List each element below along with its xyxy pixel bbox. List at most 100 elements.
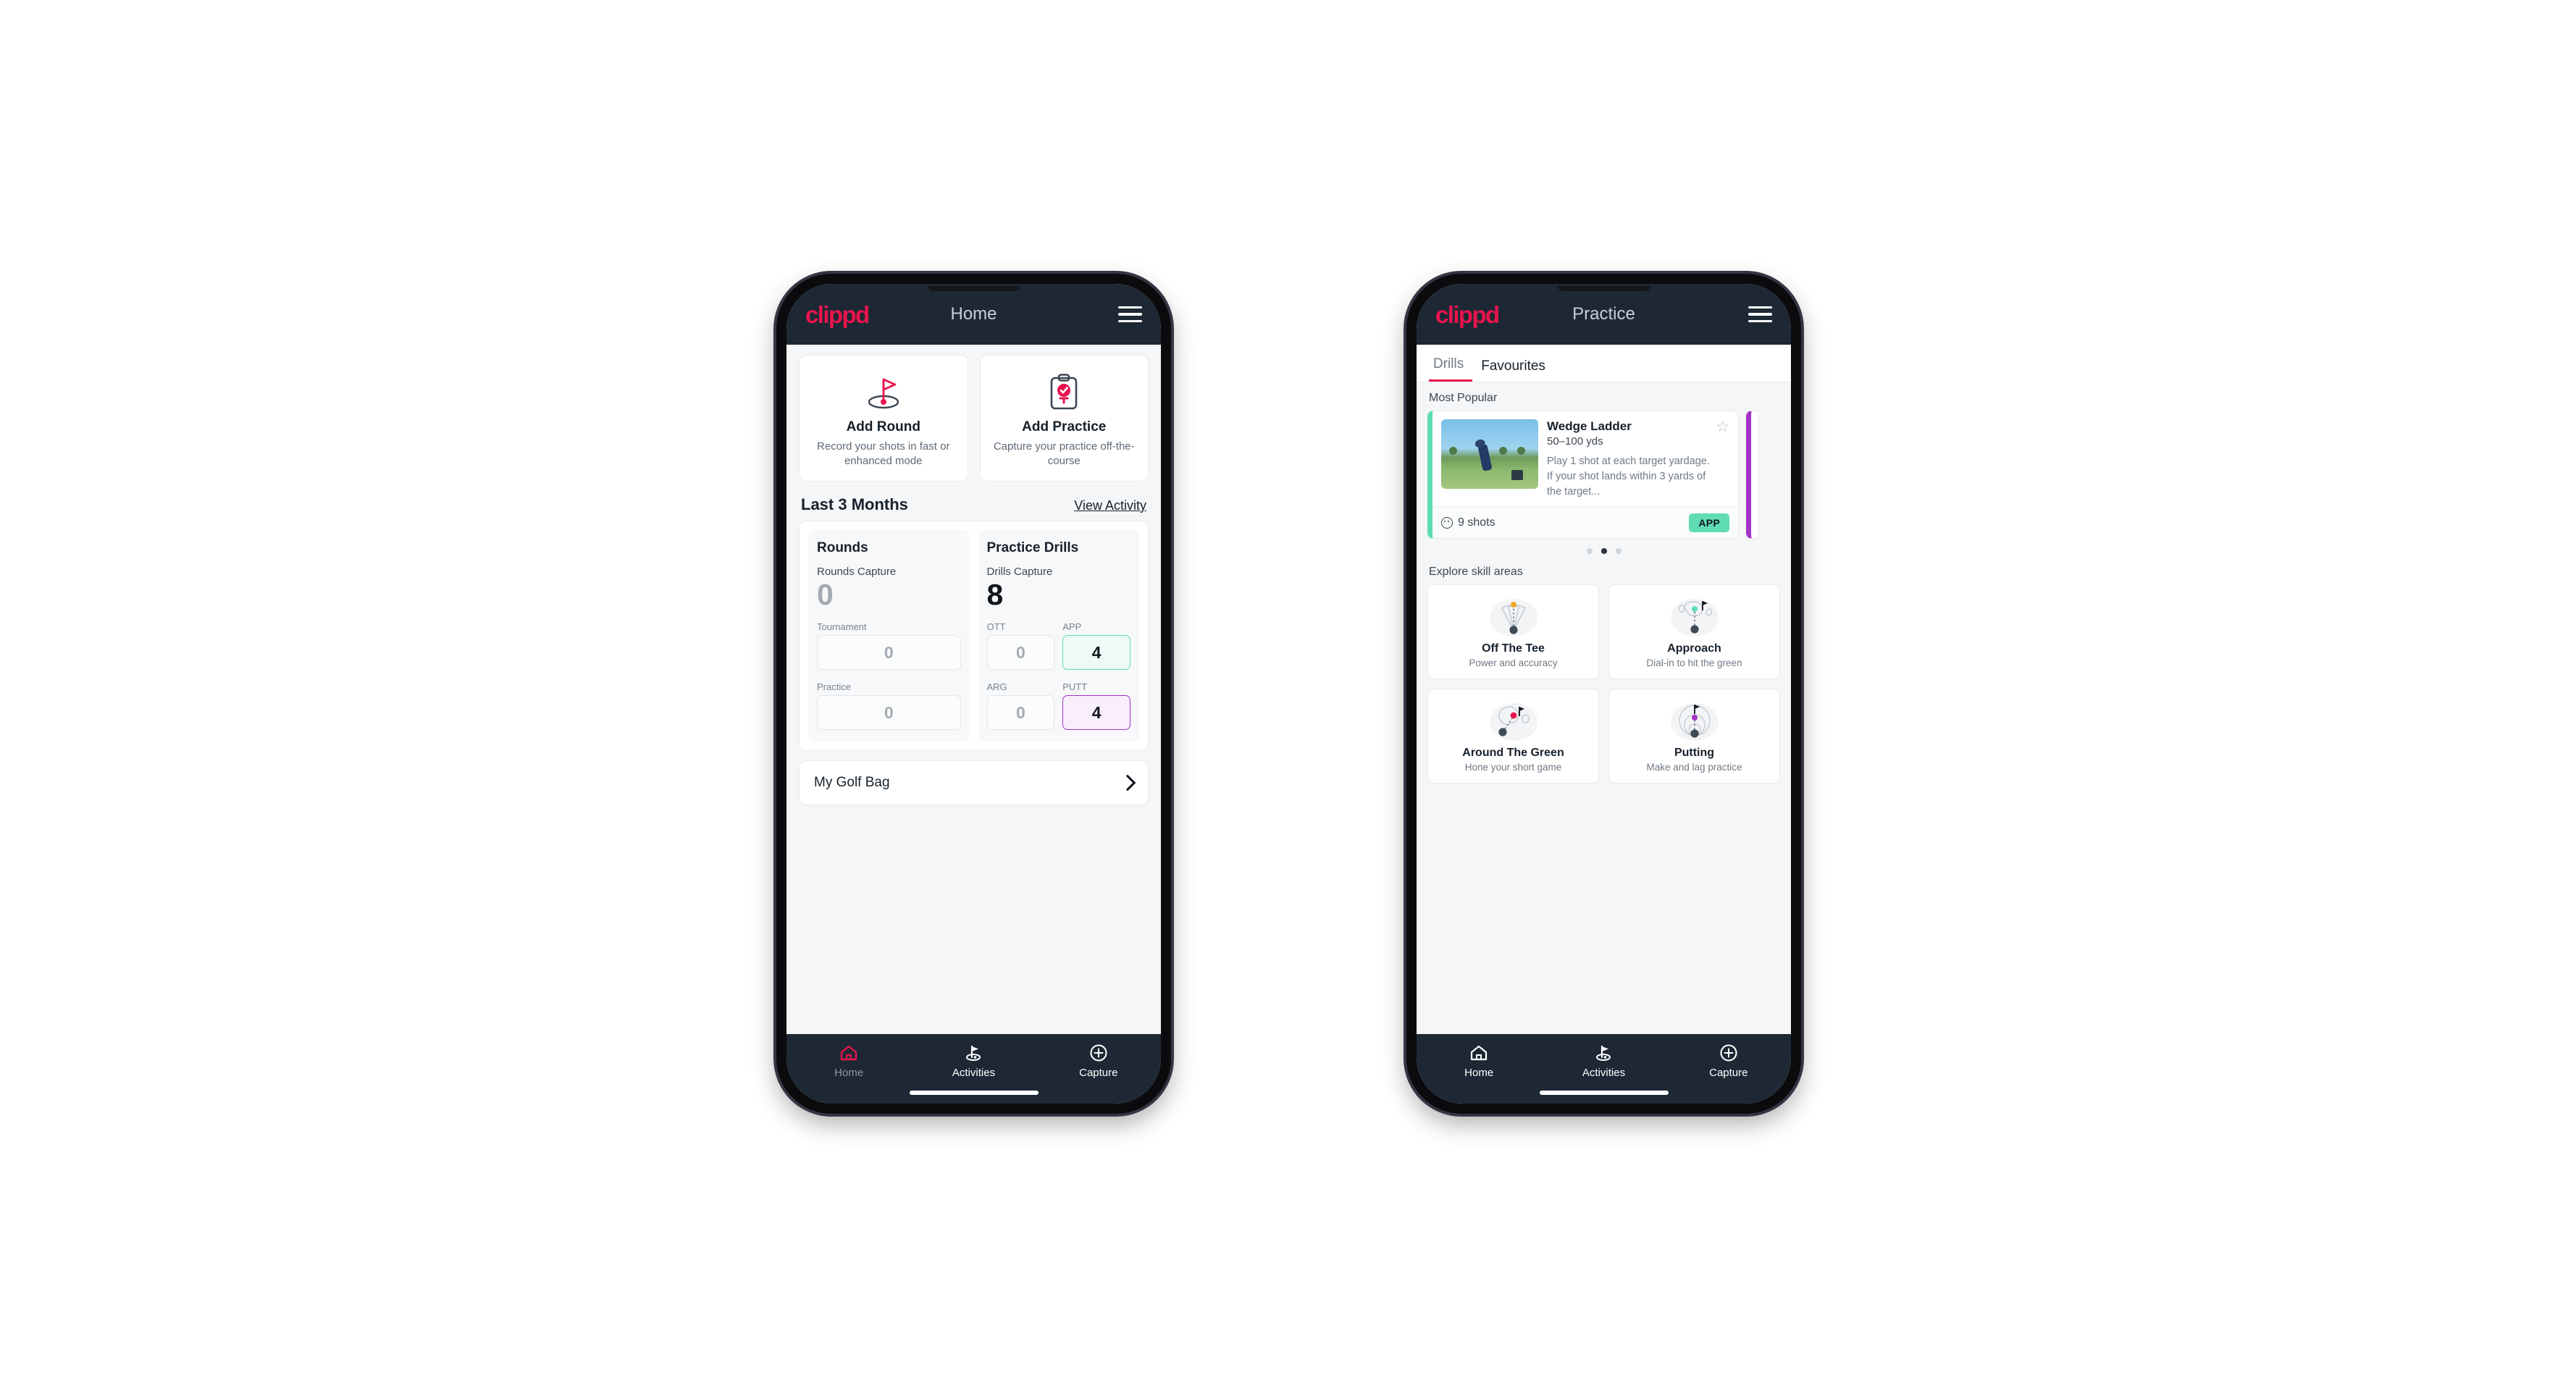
chip-green-icon bbox=[1485, 699, 1542, 744]
practice-label: Practice bbox=[817, 681, 851, 692]
nav-item-capture[interactable]: Capture bbox=[1036, 1043, 1161, 1079]
skill-areas-grid: Off The Tee Power and accuracy Approach … bbox=[1427, 584, 1780, 784]
last-3-months-header: Last 3 Months View Activity bbox=[801, 495, 1146, 514]
home-icon bbox=[1469, 1043, 1488, 1062]
nav-item-home[interactable]: Home bbox=[786, 1043, 911, 1079]
add-practice-card[interactable]: Add Practice Capture your practice off-t… bbox=[979, 355, 1149, 482]
skill-name: Around The Green bbox=[1462, 747, 1564, 760]
phone-speaker bbox=[1557, 286, 1650, 291]
add-round-card[interactable]: Add Round Record your shots in fast or e… bbox=[799, 355, 968, 482]
phone-mockup-home: clippd Home Add Round Record your shots … bbox=[776, 274, 1171, 1114]
home-content: Add Round Record your shots in fast or e… bbox=[786, 345, 1161, 1034]
golf-flag-icon bbox=[1594, 1043, 1613, 1062]
approach-green-icon bbox=[1666, 595, 1723, 639]
phone-speaker bbox=[927, 286, 1020, 291]
home-indicator-bar bbox=[1539, 1091, 1669, 1095]
rounds-capture-value: 0 bbox=[817, 578, 834, 611]
drill-card-wedge-ladder[interactable]: ☆ Wedge Ladder 50–100 yds Play 1 shot at… bbox=[1427, 411, 1739, 539]
nav-label-capture: Capture bbox=[1709, 1067, 1748, 1079]
putt-value[interactable]: 4 bbox=[1062, 695, 1130, 730]
clippd-logo[interactable]: clippd bbox=[805, 303, 870, 327]
carousel-dot-active[interactable] bbox=[1600, 548, 1607, 555]
rounds-title: Rounds bbox=[817, 540, 868, 555]
stats-card: Rounds Rounds Capture 0 Tournament 0 Pra… bbox=[799, 521, 1149, 751]
skill-name: Putting bbox=[1674, 747, 1715, 760]
home-bottom-nav: Home Activities Capture bbox=[786, 1034, 1161, 1104]
section-title: Last 3 Months bbox=[801, 495, 908, 513]
drill-range: 50–100 yds bbox=[1547, 435, 1603, 448]
nav-item-capture[interactable]: Capture bbox=[1666, 1043, 1791, 1079]
home-icon bbox=[839, 1043, 858, 1062]
nav-label-activities: Activities bbox=[952, 1067, 996, 1079]
putt-label: PUTT bbox=[1062, 681, 1088, 692]
my-golf-bag-row[interactable]: My Golf Bag bbox=[799, 760, 1149, 805]
star-outline-icon[interactable]: ☆ bbox=[1716, 419, 1729, 434]
skill-subtitle: Make and lag practice bbox=[1646, 762, 1742, 773]
status-badge: APP bbox=[1689, 513, 1729, 532]
nav-item-home[interactable]: Home bbox=[1417, 1043, 1541, 1079]
skill-card-off-the-tee[interactable]: Off The Tee Power and accuracy bbox=[1427, 584, 1599, 680]
rounds-capture-label: Rounds Capture bbox=[817, 566, 897, 578]
home-indicator-bar bbox=[909, 1091, 1039, 1095]
drill-stat-row-1: OTT 0 APP 4 bbox=[986, 610, 1130, 670]
app-value[interactable]: 4 bbox=[1062, 635, 1130, 670]
hamburger-menu-icon[interactable] bbox=[1748, 306, 1772, 323]
view-activity-link[interactable]: View Activity bbox=[1074, 498, 1146, 513]
practice-bottom-nav: Home Activities Capture bbox=[1417, 1034, 1791, 1104]
practice-appbar: clippd Practice bbox=[1417, 284, 1791, 345]
nav-item-activities[interactable]: Activities bbox=[911, 1043, 1036, 1079]
carousel-dot[interactable] bbox=[1615, 548, 1621, 555]
drill-card-body: ☆ Wedge Ladder 50–100 yds Play 1 shot at… bbox=[1432, 411, 1738, 506]
skill-name: Approach bbox=[1667, 642, 1721, 655]
practice-tabs: Drills Favourites bbox=[1417, 345, 1791, 382]
golf-flag-icon bbox=[863, 370, 904, 413]
nav-item-activities[interactable]: Activities bbox=[1541, 1043, 1666, 1079]
skill-subtitle: Hone your short game bbox=[1464, 762, 1562, 773]
tournament-value[interactable]: 0 bbox=[817, 635, 961, 670]
skill-card-approach[interactable]: Approach Dial-in to hit the green bbox=[1608, 584, 1780, 680]
phone-mockup-practice: clippd Practice Drills Favourites Most P… bbox=[1406, 274, 1801, 1114]
hamburger-menu-icon[interactable] bbox=[1118, 306, 1142, 323]
rounds-column: Rounds Rounds Capture 0 Tournament 0 Pra… bbox=[808, 530, 970, 742]
nav-label-capture: Capture bbox=[1079, 1067, 1118, 1079]
quick-actions: Add Round Record your shots in fast or e… bbox=[799, 355, 1149, 482]
most-popular-label: Most Popular bbox=[1429, 392, 1498, 404]
plus-circle-icon bbox=[1719, 1043, 1738, 1062]
ott-value[interactable]: 0 bbox=[986, 635, 1055, 670]
drill-card-next-peek[interactable] bbox=[1746, 411, 1759, 539]
practice-drills-column: Practice Drills Drills Capture 8 OTT 0 A… bbox=[978, 530, 1139, 742]
practice-value[interactable]: 0 bbox=[817, 695, 961, 730]
chevron-right-icon bbox=[1119, 774, 1136, 791]
shots-label: 9 shots bbox=[1458, 516, 1495, 529]
skill-name: Off The Tee bbox=[1482, 642, 1545, 655]
tab-favourites[interactable]: Favourites bbox=[1472, 358, 1554, 382]
clippd-logo[interactable]: clippd bbox=[1435, 303, 1500, 327]
putting-rings-icon bbox=[1666, 699, 1723, 744]
drill-stat-row-2: ARG 0 PUTT 4 bbox=[986, 670, 1130, 730]
skill-card-around-the-green[interactable]: Around The Green Hone your short game bbox=[1427, 689, 1599, 784]
carousel-dot[interactable] bbox=[1586, 548, 1593, 555]
golf-flag-icon bbox=[964, 1043, 983, 1062]
drill-name: Wedge Ladder bbox=[1547, 419, 1632, 433]
carousel-dots bbox=[1427, 548, 1780, 555]
nav-label-home: Home bbox=[834, 1067, 864, 1079]
add-round-subtitle: Record your shots in fast or enhanced mo… bbox=[817, 440, 950, 468]
nav-label-home: Home bbox=[1464, 1067, 1494, 1079]
home-appbar: clippd Home bbox=[786, 284, 1161, 345]
arg-value[interactable]: 0 bbox=[986, 695, 1055, 730]
tab-drills[interactable]: Drills bbox=[1429, 356, 1473, 382]
home-screen: clippd Home Add Round Record your shots … bbox=[786, 284, 1161, 1104]
arg-label: ARG bbox=[986, 681, 1007, 692]
tee-shot-cone-icon bbox=[1485, 595, 1542, 639]
ott-label: OTT bbox=[986, 621, 1006, 632]
drill-carousel[interactable]: ☆ Wedge Ladder 50–100 yds Play 1 shot at… bbox=[1427, 411, 1780, 539]
shots-count: 9 shots bbox=[1441, 516, 1495, 529]
plus-circle-icon bbox=[1089, 1043, 1108, 1062]
skill-card-putting[interactable]: Putting Make and lag practice bbox=[1608, 689, 1780, 784]
nav-label-activities: Activities bbox=[1582, 1067, 1626, 1079]
screenshot-canvas: clippd Home Add Round Record your shots … bbox=[0, 0, 2576, 1386]
golf-ball-icon bbox=[1441, 516, 1453, 529]
drills-title: Practice Drills bbox=[986, 540, 1079, 555]
app-label: APP bbox=[1062, 621, 1082, 632]
add-practice-subtitle: Capture your practice off-the-course bbox=[993, 440, 1135, 468]
